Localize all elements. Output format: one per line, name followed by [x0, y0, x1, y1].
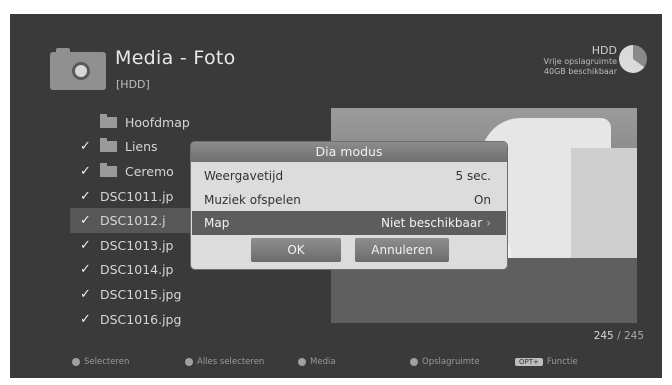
folder-icon: [100, 113, 117, 128]
storage-info: HDD Vrije opslagruimte 40GB beschikbaar: [544, 44, 617, 77]
check-icon: ✓: [80, 163, 91, 179]
list-item[interactable]: Hoofdmap: [80, 110, 328, 135]
camera-icon: [50, 48, 106, 90]
footer-storage: Opslagruimte: [410, 357, 480, 367]
check-icon: ✓: [80, 237, 91, 253]
footer-select-all: Alles selecteren: [185, 357, 264, 367]
page-subtitle: [HDD]: [116, 78, 150, 91]
folder-icon: [100, 162, 117, 177]
list-item[interactable]: ✓ DSC1016.jpg: [80, 307, 328, 332]
folder-icon: [100, 138, 117, 153]
dialog-row-display-time[interactable]: Weergavetijd 5 sec.: [192, 164, 506, 188]
footer-select: Selecteren: [72, 357, 129, 367]
footer-media: Media: [298, 357, 336, 367]
opt-badge: OPT+: [515, 358, 543, 366]
storage-free: 40GB beschikbaar: [543, 67, 617, 76]
check-icon: ✓: [80, 139, 91, 155]
check-icon: ✓: [80, 286, 91, 302]
yellow-button-icon: [298, 358, 306, 366]
slideshow-dialog: Dia modus Weergavetijd 5 sec. Muziek ofsp…: [191, 142, 507, 269]
dialog-row-music[interactable]: Muziek ofspelen On: [192, 188, 506, 212]
page-title: Media - Foto: [115, 47, 236, 69]
storage-pie-icon: [619, 45, 647, 73]
storage-name: HDD: [591, 44, 617, 57]
green-button-icon: [185, 358, 193, 366]
chevron-right-icon: ›: [486, 216, 491, 230]
dialog-row-folder[interactable]: Map Niet beschikbaar ›: [192, 211, 506, 235]
red-button-icon: [72, 358, 80, 366]
check-icon: ✓: [80, 262, 91, 278]
dialog-title: Dia modus: [191, 142, 507, 162]
check-icon: ✓: [80, 213, 91, 229]
footer-bar: Selecteren Alles selecteren Media Opslag…: [10, 354, 662, 372]
cancel-button[interactable]: Annuleren: [355, 238, 449, 262]
storage-label: Vrije opslagruimte: [543, 57, 617, 66]
footer-function: OPT+ Functie: [515, 357, 578, 367]
page-counter: 245 / 245: [593, 330, 644, 342]
list-item[interactable]: ✓ DSC1015.jpg: [80, 282, 328, 307]
blue-button-icon: [410, 358, 418, 366]
check-icon: ✓: [80, 311, 91, 327]
check-icon: ✓: [80, 188, 91, 204]
media-screen: Media - Foto [HDD] HDD Vrije opslagruimt…: [10, 14, 662, 378]
ok-button[interactable]: OK: [251, 238, 341, 262]
